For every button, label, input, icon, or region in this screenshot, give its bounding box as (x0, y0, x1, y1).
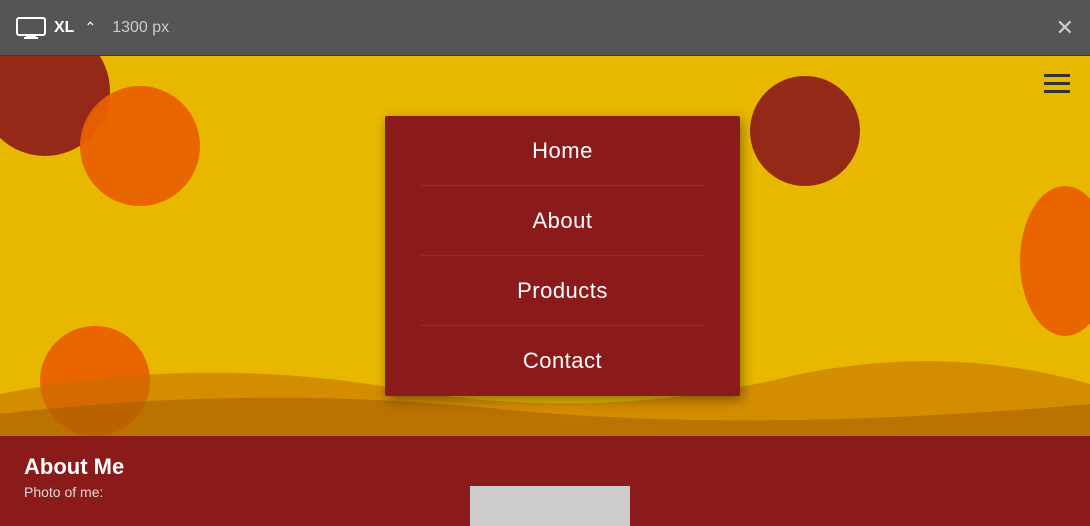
photo-placeholder (470, 486, 630, 526)
toolbar-left: XL ⌃ 1300 px (16, 17, 169, 39)
hamburger-menu[interactable] (1044, 74, 1070, 93)
toolbar: XL ⌃ 1300 px ✕ (0, 0, 1090, 56)
preview-area: Home About Products Contact About Me Pho… (0, 56, 1090, 526)
chevron-down-icon[interactable]: ⌃ (84, 19, 96, 36)
circle-dark-red-top-right (750, 76, 860, 186)
dropdown-menu: Home About Products Contact (385, 116, 740, 396)
menu-item-products[interactable]: Products (385, 256, 740, 326)
hamburger-line-2 (1044, 82, 1070, 85)
breakpoint-label[interactable]: XL (54, 19, 74, 37)
width-label: 1300 px (112, 19, 169, 37)
circle-orange-top-left (80, 86, 200, 206)
menu-item-about[interactable]: About (385, 186, 740, 256)
about-title: About Me (24, 454, 1066, 480)
menu-item-contact[interactable]: Contact (385, 326, 740, 396)
close-button[interactable]: ✕ (1056, 17, 1074, 39)
menu-item-home[interactable]: Home (385, 116, 740, 186)
hamburger-line-3 (1044, 90, 1070, 93)
about-section: About Me Photo of me: (0, 436, 1090, 526)
monitor-icon (16, 17, 46, 39)
hamburger-line-1 (1044, 74, 1070, 77)
